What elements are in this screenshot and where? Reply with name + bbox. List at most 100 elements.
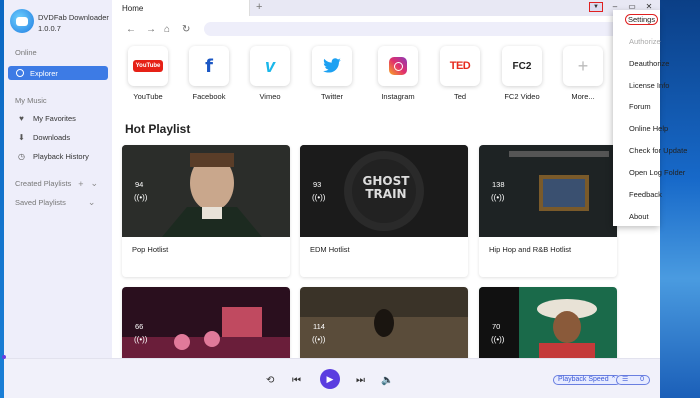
sidebar-item-label: Explorer bbox=[30, 68, 58, 78]
clock-icon: ◷ bbox=[18, 152, 25, 161]
site-ted[interactable]: TED Ted bbox=[438, 46, 482, 101]
next-icon[interactable]: ⏭ bbox=[356, 375, 365, 386]
site-label: Ted bbox=[453, 92, 467, 101]
new-tab-button[interactable]: + bbox=[256, 1, 262, 13]
radio-icon: ((•)) bbox=[134, 193, 148, 202]
menu-item-open-log-folder[interactable]: Open Log Folder bbox=[629, 168, 685, 177]
progress-indicator bbox=[2, 355, 6, 359]
radio-icon: ((•)) bbox=[312, 193, 326, 202]
player-bar: ⟲ ⏮ ▶ ⏭ 🔈 Playback Speed ⌃ ☰ 0 bbox=[4, 358, 660, 398]
app-name: DVDFab Downloader bbox=[38, 13, 109, 22]
sidebar-saved-playlists[interactable]: Saved Playlists ⌄ bbox=[15, 197, 95, 208]
sidebar-created-playlists[interactable]: Created Playlists + ⌄ bbox=[15, 178, 98, 189]
menu-item-authorize: Authorize bbox=[629, 37, 661, 46]
radio-icon: ((•)) bbox=[491, 335, 505, 344]
settings-menu-list: Settings Authorize Deauthorize License I… bbox=[613, 10, 687, 226]
app-version: 1.0.0.7 bbox=[38, 24, 61, 33]
menu-item-check-update[interactable]: Check for Update bbox=[629, 146, 687, 155]
site-instagram[interactable]: Instagram bbox=[376, 46, 420, 101]
sidebar-item-explorer[interactable]: Explorer bbox=[8, 66, 108, 80]
chevron-down-icon[interactable]: ⌄ bbox=[91, 178, 99, 189]
sidebar-item-favorites[interactable]: ♥ My Favorites bbox=[17, 114, 76, 123]
address-bar[interactable] bbox=[204, 22, 624, 36]
sidebar-item-label: My Favorites bbox=[33, 114, 76, 123]
previous-icon[interactable]: ⏮ bbox=[292, 375, 301, 386]
created-playlists-label: Created Playlists bbox=[15, 179, 72, 188]
download-icon: ⬇ bbox=[18, 133, 25, 142]
playback-speed-button[interactable]: Playback Speed ⌃ bbox=[553, 375, 622, 385]
site-label: Instagram bbox=[381, 92, 415, 101]
youtube-icon: YouTube bbox=[128, 46, 168, 86]
saved-playlists-label: Saved Playlists bbox=[15, 198, 66, 207]
site-label: YouTube bbox=[133, 92, 163, 101]
sidebar-item-label: Playback History bbox=[33, 152, 89, 161]
playlist-cover: 94 ((•)) bbox=[122, 145, 290, 237]
app-logo-icon bbox=[10, 9, 34, 33]
chevron-down-icon[interactable]: ⌄ bbox=[88, 197, 96, 208]
hot-playlist-title: Hot Playlist bbox=[125, 122, 191, 136]
instagram-icon bbox=[378, 46, 418, 86]
playlist-cover: 138 ((•)) bbox=[479, 145, 617, 237]
site-label: FC2 Video bbox=[504, 92, 540, 101]
site-facebook[interactable]: f Facebook bbox=[187, 46, 231, 101]
globe-icon bbox=[16, 69, 24, 77]
online-section-label: Online bbox=[15, 48, 37, 57]
sidebar-item-downloads[interactable]: ⬇ Downloads bbox=[17, 133, 70, 142]
facebook-icon: f bbox=[189, 46, 229, 86]
play-button[interactable]: ▶ bbox=[320, 369, 340, 389]
site-youtube[interactable]: YouTube YouTube bbox=[126, 46, 170, 101]
plus-icon: + bbox=[563, 46, 603, 86]
track-count: 66 bbox=[135, 322, 144, 331]
tab-bar: Home + ▼ – ▭ ✕ bbox=[112, 0, 660, 16]
refresh-icon[interactable]: ↻ bbox=[182, 24, 190, 35]
sidebar: DVDFab Downloader 1.0.0.7 Online Explore… bbox=[4, 0, 112, 358]
back-icon[interactable]: ← bbox=[126, 24, 136, 35]
track-count: 70 bbox=[492, 322, 501, 331]
track-count: 94 bbox=[135, 180, 144, 189]
menu-item-license-info[interactable]: License Info bbox=[629, 81, 669, 90]
site-fc2[interactable]: FC2 FC2 Video bbox=[500, 46, 544, 101]
sidebar-item-history[interactable]: ◷ Playback History bbox=[17, 152, 89, 161]
volume-icon[interactable]: 🔈 bbox=[381, 375, 393, 386]
site-label: Twitter bbox=[320, 92, 344, 101]
home-icon[interactable]: ⌂ bbox=[164, 24, 170, 35]
sidebar-item-label: Downloads bbox=[33, 133, 71, 142]
track-count: 138 bbox=[492, 180, 505, 189]
menu-dropdown-button[interactable]: ▼ bbox=[589, 2, 603, 12]
mymusic-section-label: My Music bbox=[15, 96, 47, 105]
playlist-card[interactable]: 94 ((•)) Pop Hotlist bbox=[122, 145, 290, 277]
play-queue-button[interactable]: ☰ 0 bbox=[616, 375, 650, 385]
site-twitter[interactable]: Twitter bbox=[310, 46, 354, 101]
playlist-name: EDM Hotlist bbox=[310, 245, 350, 254]
queue-count: 0 bbox=[640, 376, 644, 383]
nav-bar: ← → ⌂ ↻ bbox=[112, 16, 660, 42]
fc2-icon: FC2 bbox=[502, 46, 542, 86]
vimeo-icon: v bbox=[250, 46, 290, 86]
playlist-name: Hip Hop and R&B Hotlist bbox=[489, 245, 572, 254]
ted-icon: TED bbox=[440, 46, 480, 86]
track-count: 93 bbox=[313, 180, 322, 189]
menu-item-deauthorize[interactable]: Deauthorize bbox=[629, 59, 669, 68]
site-vimeo[interactable]: v Vimeo bbox=[248, 46, 292, 101]
playlist-name: Pop Hotlist bbox=[132, 245, 169, 254]
playlist-cover: GHOST TRAIN 93 ((•)) bbox=[300, 145, 468, 237]
add-playlist-icon[interactable]: + bbox=[78, 179, 83, 189]
menu-item-settings[interactable]: Settings bbox=[625, 14, 659, 25]
menu-item-forum[interactable]: Forum bbox=[629, 102, 651, 111]
heart-icon: ♥ bbox=[19, 114, 24, 123]
radio-icon: ((•)) bbox=[491, 193, 505, 202]
playlist-card[interactable]: 138 ((•)) Hip Hop and R&B Hotlist bbox=[479, 145, 617, 277]
radio-icon: ((•)) bbox=[134, 335, 148, 344]
site-more[interactable]: + More... bbox=[561, 46, 605, 101]
menu-item-about[interactable]: About bbox=[629, 212, 649, 221]
site-label: Facebook bbox=[192, 92, 226, 101]
twitter-icon bbox=[312, 46, 352, 86]
menu-item-online-help[interactable]: Online Help bbox=[629, 124, 668, 133]
repeat-icon[interactable]: ⟲ bbox=[266, 375, 274, 386]
playlist-card[interactable]: GHOST TRAIN 93 ((•)) EDM Hotlist bbox=[300, 145, 468, 277]
forward-icon[interactable]: → bbox=[146, 24, 156, 35]
tab-home[interactable]: Home bbox=[112, 0, 250, 16]
menu-item-feedback[interactable]: Feedback bbox=[629, 190, 662, 199]
site-label: More... bbox=[571, 92, 595, 101]
cover-art-text: GHOST TRAIN bbox=[362, 174, 410, 201]
